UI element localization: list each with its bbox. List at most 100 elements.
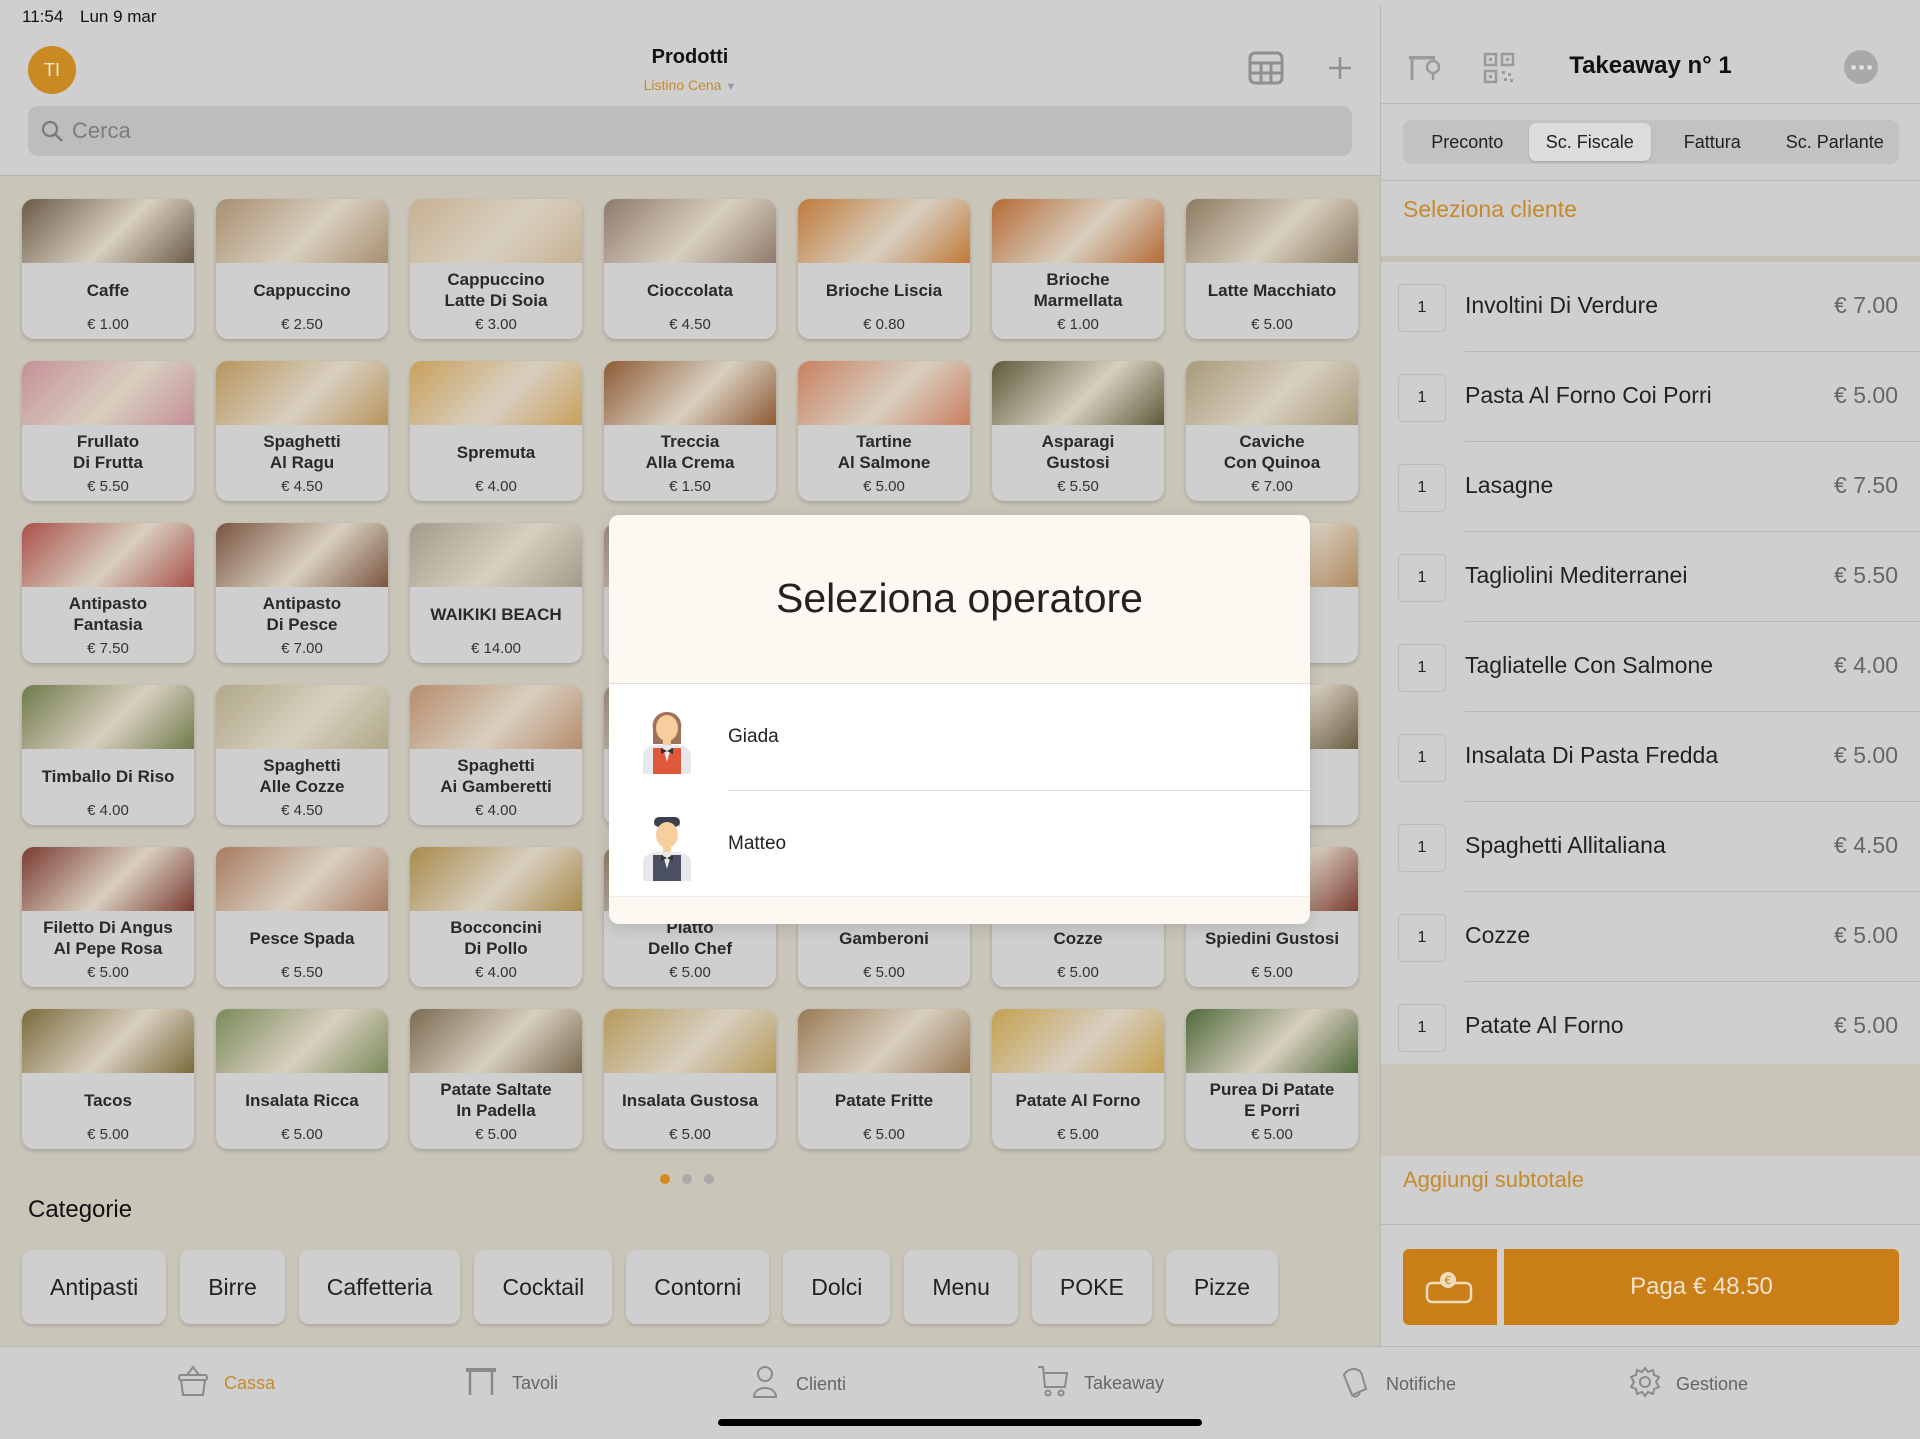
search-bar[interactable] (28, 106, 1352, 156)
add-product-button[interactable] (1320, 48, 1360, 88)
product-card[interactable]: Frullato Di Frutta € 5.50 (22, 361, 194, 501)
product-card[interactable]: Purea Di Patate E Porri € 5.00 (1186, 1009, 1358, 1149)
product-card[interactable]: Caviche Con Quinoa € 7.00 (1186, 361, 1358, 501)
product-card[interactable]: Antipasto Fantasia € 7.50 (22, 523, 194, 663)
product-price: € 5.00 (475, 1126, 517, 1143)
product-card[interactable]: Filetto Di Angus Al Pepe Rosa € 5.00 (22, 847, 194, 987)
category-button[interactable]: Cocktail (474, 1250, 613, 1324)
search-input[interactable] (72, 118, 1272, 144)
products-header: TI Prodotti Listino Cena ▼ (0, 34, 1380, 176)
category-button[interactable]: Birre (180, 1250, 285, 1324)
quantity-box[interactable]: 1 (1398, 554, 1446, 602)
product-name: Antipasto Fantasia (68, 594, 148, 634)
product-card[interactable]: Treccia Alla Crema € 1.50 (604, 361, 776, 501)
table-grid-button[interactable] (1246, 48, 1286, 88)
page-indicator[interactable] (660, 1174, 714, 1184)
tab-notifiche[interactable]: Notifiche (1338, 1365, 1456, 1404)
home-indicator[interactable] (718, 1419, 1202, 1426)
status-date: Lun 9 mar (80, 7, 157, 26)
pay-button[interactable]: Paga € 48.50 (1504, 1249, 1899, 1325)
category-button[interactable]: Contorni (626, 1250, 770, 1324)
product-card[interactable]: Pesce Spada € 5.50 (216, 847, 388, 987)
product-price: € 1.00 (87, 316, 129, 333)
category-button[interactable]: Menu (904, 1250, 1018, 1324)
order-item-row[interactable]: 1 Pasta Al Forno Coi Porri € 5.00 (1381, 352, 1920, 442)
product-card[interactable]: Caffe € 1.00 (22, 199, 194, 339)
product-card[interactable]: Tacos € 5.00 (22, 1009, 194, 1149)
order-item-row[interactable]: 1 Patate Al Forno € 5.00 (1381, 982, 1920, 1072)
product-card[interactable]: Spaghetti Al Ragu € 4.50 (216, 361, 388, 501)
product-card[interactable]: Patate Fritte € 5.00 (798, 1009, 970, 1149)
product-card[interactable]: Spaghetti Ai Gamberetti € 4.00 (410, 685, 582, 825)
quantity-box[interactable]: 1 (1398, 914, 1446, 962)
order-item-row[interactable]: 1 Tagliatelle Con Salmone € 4.00 (1381, 622, 1920, 712)
product-card[interactable]: Timballo Di Riso € 4.00 (22, 685, 194, 825)
more-button[interactable] (1844, 50, 1878, 84)
operator-row[interactable]: Matteo (609, 791, 1310, 898)
product-image (22, 847, 194, 911)
quantity-box[interactable]: 1 (1398, 464, 1446, 512)
product-price: € 5.00 (669, 1126, 711, 1143)
category-button[interactable]: Antipasti (22, 1250, 167, 1324)
page-dot[interactable] (682, 1174, 692, 1184)
product-card[interactable]: Antipasto Di Pesce € 7.00 (216, 523, 388, 663)
doc-type-tab[interactable]: Sc. Fiscale (1528, 123, 1651, 161)
category-button[interactable]: Dolci (783, 1250, 891, 1324)
product-name: Bocconcini Di Pollo (450, 918, 542, 958)
page-dot[interactable] (660, 1174, 670, 1184)
product-card[interactable]: Brioche Marmellata € 1.00 (992, 199, 1164, 339)
doc-type-tab[interactable]: Sc. Parlante (1774, 123, 1897, 161)
tab-tavoli[interactable]: Tavoli (464, 1365, 558, 1402)
quantity-box[interactable]: 1 (1398, 644, 1446, 692)
product-card[interactable]: Brioche Liscia € 0.80 (798, 199, 970, 339)
waitress-avatar-icon (643, 712, 691, 774)
order-item-row[interactable]: 1 Involtini Di Verdure € 7.00 (1381, 262, 1920, 352)
quantity-box[interactable]: 1 (1398, 374, 1446, 422)
doc-type-tab[interactable]: Preconto (1406, 123, 1529, 161)
page-dot[interactable] (704, 1174, 714, 1184)
quantity-box[interactable]: 1 (1398, 734, 1446, 782)
product-card[interactable]: Insalata Gustosa € 5.00 (604, 1009, 776, 1149)
order-item-row[interactable]: 1 Insalata Di Pasta Fredda € 5.00 (1381, 712, 1920, 802)
category-button[interactable]: Caffetteria (298, 1250, 461, 1324)
product-card[interactable]: Asparagi Gustosi € 5.50 (992, 361, 1164, 501)
product-card[interactable]: WAIKIKI BEACH € 14.00 (410, 523, 582, 663)
product-image (1186, 1009, 1358, 1073)
order-spacer (1381, 1064, 1920, 1156)
tab-gestione[interactable]: Gestione (1628, 1365, 1748, 1404)
quantity-box[interactable]: 1 (1398, 824, 1446, 872)
product-card[interactable]: Cioccolata € 4.50 (604, 199, 776, 339)
tab-cassa[interactable]: Cassa (176, 1365, 275, 1402)
quantity-box[interactable]: 1 (1398, 284, 1446, 332)
price-list-selector[interactable]: Listino Cena ▼ (0, 77, 1380, 93)
tab-clienti[interactable]: Clienti (748, 1365, 846, 1404)
add-subtotal-link[interactable]: Aggiungi subtotale (1403, 1167, 1584, 1193)
product-card[interactable]: Bocconcini Di Pollo € 4.00 (410, 847, 582, 987)
product-card[interactable]: Patate Saltate In Padella € 5.00 (410, 1009, 582, 1149)
category-button[interactable]: Pizze (1165, 1250, 1279, 1324)
order-item-row[interactable]: 1 Spaghetti Allitaliana € 4.50 (1381, 802, 1920, 892)
product-card[interactable]: Tartine Al Salmone € 5.00 (798, 361, 970, 501)
product-card[interactable]: Latte Macchiato € 5.00 (1186, 199, 1358, 339)
order-item-row[interactable]: 1 Cozze € 5.00 (1381, 892, 1920, 982)
product-card[interactable]: Cappuccino Latte Di Soia € 3.00 (410, 199, 582, 339)
product-card[interactable]: Spaghetti Alle Cozze € 4.50 (216, 685, 388, 825)
cash-drawer-button[interactable]: € (1403, 1249, 1497, 1325)
order-item-row[interactable]: 1 Tagliolini Mediterranei € 5.50 (1381, 532, 1920, 622)
doc-type-tab[interactable]: Fattura (1651, 123, 1774, 161)
product-price: € 5.50 (87, 478, 129, 495)
product-card[interactable]: Cappuccino € 2.50 (216, 199, 388, 339)
tab-takeaway[interactable]: Takeaway (1036, 1365, 1164, 1402)
order-item-row[interactable]: 1 Lasagne € 7.50 (1381, 442, 1920, 532)
operator-row[interactable]: Giada (609, 684, 1310, 791)
product-price: € 4.00 (87, 802, 129, 819)
product-card[interactable]: Patate Al Forno € 5.00 (992, 1009, 1164, 1149)
bell-icon (1338, 1365, 1372, 1404)
product-image (410, 523, 582, 587)
quantity-box[interactable]: 1 (1398, 1004, 1446, 1052)
select-client-link[interactable]: Seleziona cliente (1403, 196, 1577, 223)
product-card[interactable]: Insalata Ricca € 5.00 (216, 1009, 388, 1149)
category-button[interactable]: POKE (1031, 1250, 1152, 1324)
product-card[interactable]: Spremuta € 4.00 (410, 361, 582, 501)
product-name: Spaghetti Alle Cozze (259, 756, 345, 796)
